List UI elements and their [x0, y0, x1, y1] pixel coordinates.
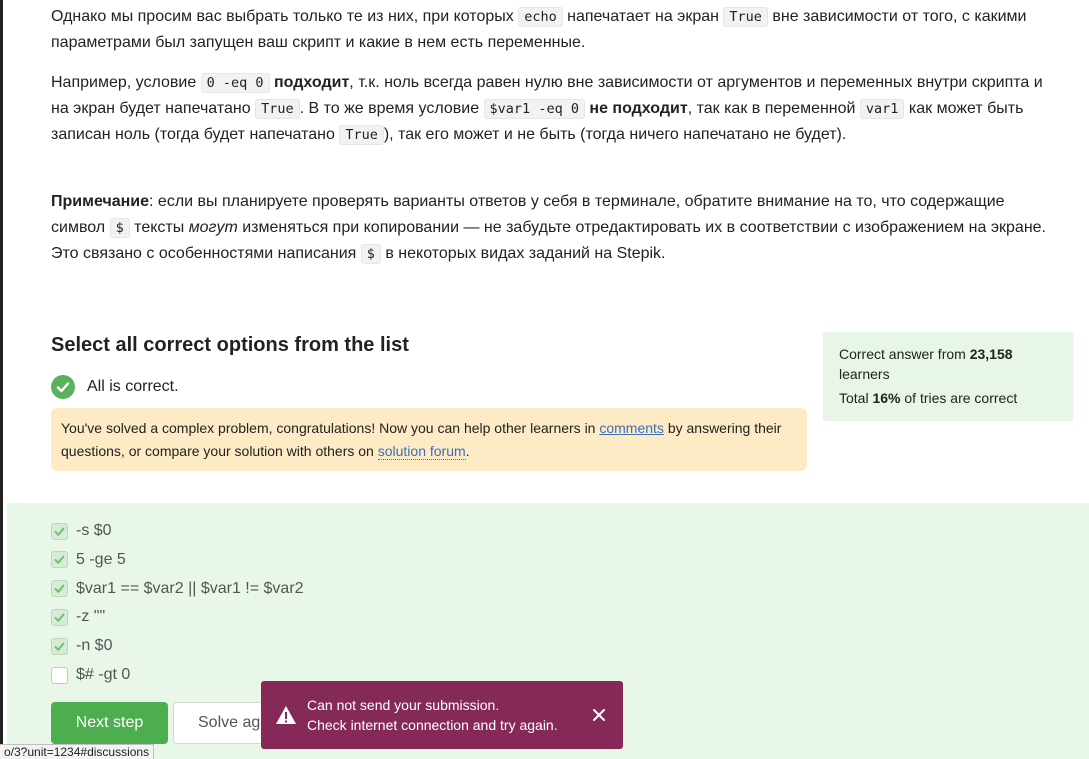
toast-line-2: Check internet connection and try again.: [307, 717, 558, 733]
stats-tries: Total 16% of tries are correct: [839, 388, 1057, 408]
code-true: True: [339, 125, 384, 145]
option-label: -z "": [76, 608, 106, 626]
code-condition: $var1 -eq 0: [483, 99, 585, 119]
checkbox-checked-icon[interactable]: [51, 580, 68, 598]
text: Correct answer from: [839, 346, 970, 362]
option-label: $# -gt 0: [76, 666, 131, 683]
text: , так как в переменной: [687, 100, 860, 117]
code-true: True: [723, 7, 768, 27]
checkbox-checked-icon[interactable]: [51, 608, 68, 626]
option-item[interactable]: -s $0: [51, 522, 112, 540]
option-label: -n $0: [76, 637, 113, 655]
text: Например, условие: [51, 74, 201, 91]
note-label: Примечание: [51, 193, 150, 210]
text: . В то же время условие: [299, 100, 484, 117]
status-bar-url: o/3?unit=1234#discussions: [0, 744, 155, 759]
check-circle-icon: [51, 375, 75, 399]
comments-link[interactable]: comments: [599, 420, 664, 436]
close-icon[interactable]: [589, 705, 609, 725]
checkbox-checked-icon[interactable]: [51, 522, 68, 540]
option-item[interactable]: 5 -ge 5: [51, 551, 126, 569]
intro-paragraph-1: Однако мы просим вас выбрать только те и…: [51, 4, 1061, 56]
text: You've solved a complex problem, congrat…: [61, 420, 600, 436]
warning-icon: [275, 704, 297, 726]
bold-text: не подходит: [589, 100, 688, 117]
checkbox-checked-icon[interactable]: [51, 551, 68, 569]
text: тексты: [129, 219, 189, 236]
text: learners: [839, 366, 890, 382]
bold-text: подходит: [274, 74, 350, 91]
checkbox-checked-icon[interactable]: [51, 637, 68, 655]
code-dollar: $: [109, 218, 130, 238]
toast-line-1: Can not send your submission.: [307, 697, 500, 713]
italic-text: могут: [188, 219, 238, 236]
stats-panel: Correct answer from 23,158 learners Tota…: [823, 332, 1073, 421]
text: Однако мы просим вас выбрать только те и…: [51, 8, 519, 25]
checkbox-unchecked-icon[interactable]: [51, 666, 68, 684]
text: ), так его может и не быть (тогда ничего…: [383, 126, 847, 143]
note-paragraph: Примечание: если вы планируете проверять…: [51, 189, 1061, 267]
text: в некоторых видах заданий на Stepik.: [380, 245, 666, 262]
option-label: -s $0: [76, 522, 112, 539]
congrats-notice: You've solved a complex problem, congrat…: [51, 408, 807, 471]
option-item[interactable]: -n $0: [51, 637, 112, 655]
result-text: All is correct.: [87, 378, 179, 395]
code-var: var1: [859, 99, 905, 119]
option-item[interactable]: -z "": [51, 608, 105, 626]
next-step-button[interactable]: Next step: [51, 702, 168, 744]
option-label: 5 -ge 5: [76, 550, 126, 568]
window-left-edge: [0, 0, 3, 759]
code-condition: 0 -eq 0: [200, 73, 270, 93]
code-dollar: $: [360, 244, 381, 264]
error-toast: Can not send your submission. Check inte…: [261, 681, 623, 749]
intro-paragraph-2: Например, условие 0 -eq 0 подходит, т.к.…: [51, 70, 1061, 148]
learner-count: 23,158: [969, 346, 1013, 362]
solution-forum-link[interactable]: solution forum: [377, 443, 466, 460]
text: напечатает на экран: [562, 8, 724, 25]
text: .: [465, 443, 470, 459]
option-item[interactable]: $var1 == $var2 || $var1 != $var2: [51, 580, 304, 598]
toast-message: Can not send your submission. Check inte…: [307, 695, 589, 735]
code-echo: echo: [518, 7, 563, 27]
option-item[interactable]: $# -gt 0: [51, 666, 130, 684]
text: Total: [839, 390, 873, 406]
question-title: Select all correct options from the list: [51, 334, 409, 356]
text: of tries are correct: [900, 390, 1018, 406]
code-true: True: [255, 99, 300, 119]
correct-percent: 16%: [872, 390, 901, 406]
stats-learners: Correct answer from 23,158 learners: [839, 344, 1057, 384]
option-label: $var1 == $var2 || $var1 != $var2: [76, 579, 304, 597]
result-row: All is correct.: [51, 375, 179, 399]
